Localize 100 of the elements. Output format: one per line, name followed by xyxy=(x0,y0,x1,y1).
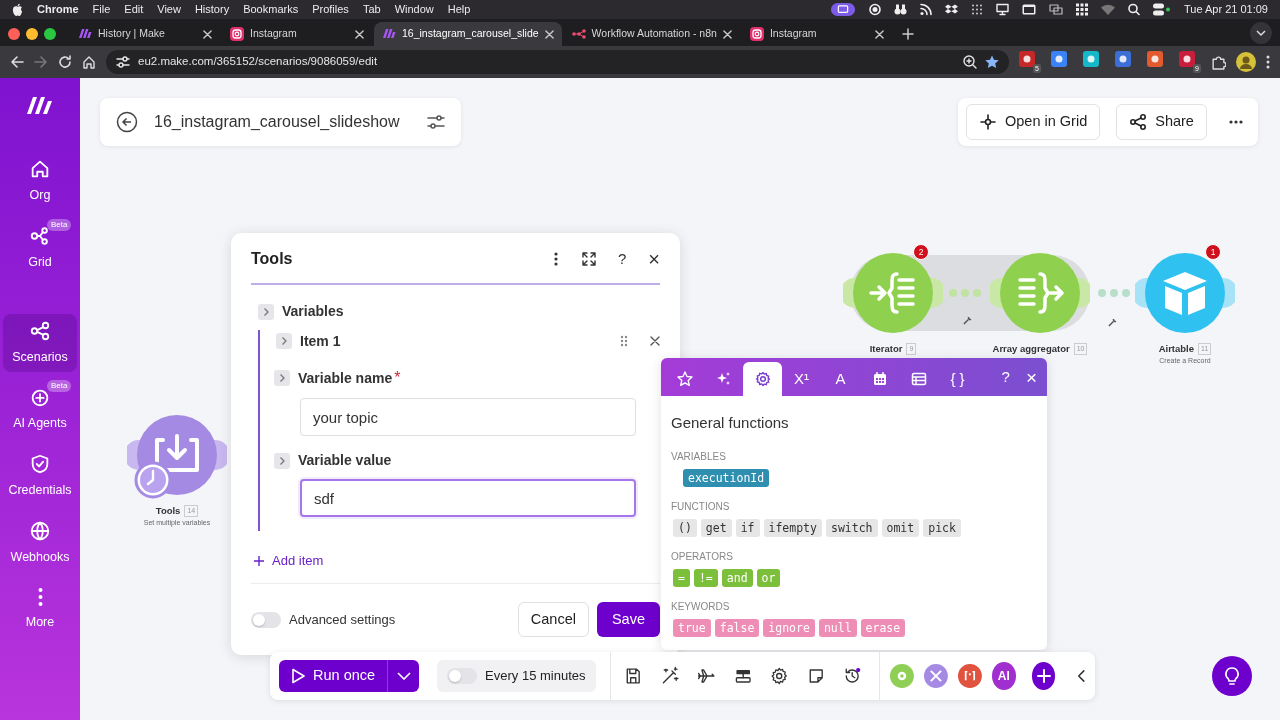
dots-grid-icon[interactable] xyxy=(971,3,983,16)
kebab-icon[interactable] xyxy=(1266,55,1270,69)
chevron-icon[interactable] xyxy=(274,370,290,386)
browser-tab[interactable]: Instagram xyxy=(222,22,372,46)
rss-icon[interactable] xyxy=(920,3,932,16)
screen-share-icon[interactable] xyxy=(830,3,856,16)
run-once-button[interactable]: Run once xyxy=(279,660,388,692)
function-tag[interactable]: () xyxy=(673,518,697,537)
sidebar-item[interactable]: Beta Grid xyxy=(3,218,77,278)
apps-icon[interactable] xyxy=(1076,3,1088,16)
add-item-button[interactable]: Add item xyxy=(251,551,660,571)
screens-icon[interactable] xyxy=(1049,3,1063,16)
window-icon[interactable] xyxy=(1022,3,1036,16)
brackets-app-icon[interactable] xyxy=(957,662,982,690)
sidebar-item[interactable]: Beta AI Agents xyxy=(3,380,77,439)
window-control[interactable] xyxy=(8,28,20,40)
grid-nodes-icon xyxy=(979,113,997,131)
expand-icon[interactable] xyxy=(581,252,596,266)
menu-item[interactable]: Profiles xyxy=(312,1,349,18)
wrench-icon[interactable] xyxy=(963,316,972,325)
browser-tab[interactable]: History | Make xyxy=(70,22,220,46)
sidebar-item[interactable]: Webhooks xyxy=(3,513,77,573)
monitor-icon[interactable] xyxy=(996,3,1009,16)
search-icon[interactable] xyxy=(1128,3,1140,16)
address-bar[interactable]: eu2.make.com/365152/scenarios/9086059/edit xyxy=(106,50,1009,74)
profile-avatar[interactable] xyxy=(1236,52,1256,72)
wifi-icon[interactable] xyxy=(1101,3,1115,16)
menu-item[interactable]: Window xyxy=(394,1,434,18)
sidebar-item[interactable]: More xyxy=(3,580,77,638)
star-icon[interactable] xyxy=(985,55,999,69)
sidebar-item[interactable]: Scenarios xyxy=(3,313,77,373)
function-tag[interactable]: switch xyxy=(825,518,878,537)
help-button[interactable]: ? xyxy=(1001,365,1010,389)
home-icon[interactable] xyxy=(82,55,96,69)
input-field[interactable]: sdf xyxy=(300,479,636,517)
module-name: Airtable xyxy=(1158,342,1195,356)
menu-item[interactable]: Bookmarks xyxy=(243,1,299,18)
function-tab[interactable]: { } xyxy=(938,362,977,396)
tab-menu-icon[interactable] xyxy=(1250,22,1272,44)
toggle-switch[interactable] xyxy=(447,668,478,684)
reload-icon[interactable] xyxy=(58,55,72,69)
control-center-icon[interactable] xyxy=(1153,3,1171,16)
record-icon[interactable] xyxy=(869,3,881,16)
plus-icon[interactable] xyxy=(901,28,914,40)
menu-item[interactable]: File xyxy=(92,1,111,18)
browser-tab[interactable]: Workflow Automation - n8n xyxy=(563,22,740,46)
function-tag[interactable]: executionId xyxy=(683,468,770,487)
collapse-icon[interactable] xyxy=(1077,668,1086,684)
wrench-icon[interactable] xyxy=(1108,318,1117,327)
box-icon[interactable] xyxy=(945,3,958,16)
drag-handle-icon[interactable] xyxy=(620,335,628,347)
action-button[interactable]: Share xyxy=(1116,104,1207,140)
binoculars-icon[interactable] xyxy=(894,3,907,16)
ai-app-button[interactable]: AI xyxy=(991,662,1016,690)
scenario-name[interactable]: 16_instagram_carousel_slideshow xyxy=(154,110,411,134)
sidebar-item[interactable]: Org xyxy=(3,152,77,211)
close-icon[interactable] xyxy=(650,336,660,346)
function-tag[interactable]: omit xyxy=(881,518,920,537)
sliders-icon[interactable] xyxy=(427,114,445,130)
function-tag[interactable]: if xyxy=(735,518,760,537)
function-tab[interactable]: X¹ xyxy=(782,362,821,396)
save-button[interactable]: Save xyxy=(596,601,660,638)
zoom-icon[interactable] xyxy=(963,55,977,69)
browser-tab[interactable]: 16_instagram_carousel_slide xyxy=(374,22,562,46)
input-field[interactable]: your topic xyxy=(300,398,636,436)
window-control[interactable] xyxy=(44,28,56,40)
function-tag[interactable]: ifempty xyxy=(763,518,822,537)
tools-app-icon[interactable] xyxy=(924,662,948,690)
more-icon[interactable] xyxy=(1228,120,1243,124)
cancel-button[interactable]: Cancel xyxy=(517,601,589,638)
sidebar-item[interactable]: Credentials xyxy=(3,447,77,506)
function-tag[interactable]: get xyxy=(700,518,732,537)
menu-item[interactable]: View xyxy=(157,1,181,18)
function-tab[interactable] xyxy=(743,362,782,396)
chevron-icon[interactable] xyxy=(274,452,290,469)
schedule-control[interactable]: Every 15 minutes xyxy=(437,660,596,692)
function-tag[interactable]: pick xyxy=(923,518,961,537)
browser-tab[interactable]: Instagram xyxy=(741,22,892,46)
menu-item[interactable]: History xyxy=(194,1,230,18)
chevron-icon[interactable] xyxy=(276,333,292,349)
window-control[interactable] xyxy=(26,28,38,40)
close-button[interactable]: × xyxy=(648,249,660,269)
app-name[interactable]: Chrome xyxy=(37,1,79,18)
menu-item[interactable]: Tab xyxy=(362,1,381,18)
function-tab[interactable]: A xyxy=(821,362,860,396)
toggle-switch[interactable] xyxy=(251,611,281,628)
forward-icon[interactable] xyxy=(34,55,48,69)
add-button[interactable] xyxy=(1031,662,1056,690)
logo[interactable] xyxy=(25,94,55,116)
puzzle-icon[interactable] xyxy=(1211,54,1226,70)
kebab-icon[interactable] xyxy=(553,252,558,266)
action-button[interactable]: Open in Grid xyxy=(966,104,1101,140)
close-button[interactable]: × xyxy=(1025,367,1037,387)
dropdown-button[interactable] xyxy=(387,660,420,692)
menu-item[interactable]: Help xyxy=(447,1,471,18)
menu-item[interactable]: Edit xyxy=(124,1,144,18)
chevron-icon[interactable] xyxy=(258,303,274,320)
tips-button[interactable] xyxy=(1212,656,1252,696)
help-button[interactable]: ? xyxy=(617,247,627,271)
back-icon[interactable] xyxy=(116,111,138,133)
